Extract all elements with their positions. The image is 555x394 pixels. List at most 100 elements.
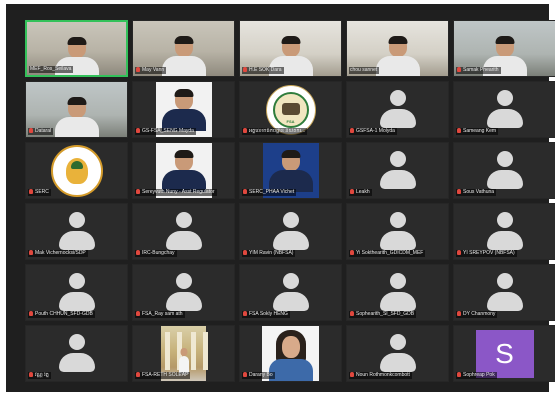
participant-name: Sophearith_SI_SFD_GDB [356, 311, 415, 317]
participant-tile[interactable]: S Sophreap Pok [453, 325, 555, 382]
participant-tile[interactable]: Sous Vathuna [453, 142, 555, 199]
participant-name-label: អគ្គលេខាធិការដ្ឋាន និយ័តករ... [242, 128, 308, 135]
participant-tile[interactable]: Pouth CHHUN_SFD-GDB [25, 264, 128, 321]
participant-name: MEF_Ros_Seilava [30, 66, 72, 72]
participant-name: Samak Phearith [463, 67, 499, 73]
muted-mic-icon [350, 372, 354, 377]
participant-name-label: Leakh [349, 189, 372, 196]
participant-name: YI SREYPOV (NBFSA) [463, 250, 515, 256]
participant-name-label: Yi Sokthearith_GDICDM_MEF [349, 250, 426, 257]
default-avatar-icon [485, 90, 525, 130]
participant-tile[interactable]: Yi Sokthearith_GDICDM_MEF [346, 203, 449, 260]
participant-name-label: FSA_Ray sam ath [135, 311, 185, 318]
participant-grid: MEF_Ros_Seilava May Vann H.E SOK Dara chou … [25, 20, 555, 382]
muted-mic-icon [136, 250, 140, 255]
participant-name-label: Samak Phearith [456, 67, 501, 74]
participant-name-label: Dataral [28, 128, 54, 135]
muted-mic-icon [243, 189, 247, 194]
participant-name: Mak Vichernocksi/SDP [35, 250, 86, 256]
participant-name: SERC [35, 189, 49, 195]
participant-tile[interactable]: May Vann [132, 20, 235, 77]
muted-mic-icon [136, 67, 140, 72]
participant-name: DY Chanmony [463, 311, 496, 317]
participant-tile[interactable]: H.E SOK Dara [239, 20, 342, 77]
participant-tile[interactable]: MEF_Ros_Seilava [25, 20, 128, 77]
participant-tile[interactable]: chou sannet [346, 20, 449, 77]
participant-name: H.E SOK Dara [249, 67, 282, 73]
serc-seal-icon [50, 145, 103, 197]
muted-mic-icon [29, 189, 33, 194]
participant-tile[interactable]: FSA Sokly HENG [239, 264, 342, 321]
participant-tile[interactable]: Noun Rothmonkcombott [346, 325, 449, 382]
participant-name: វណ្ណ រ័ត្ន [35, 372, 49, 378]
participant-name-label: Pouth CHHUN_SFD-GDB [28, 311, 95, 318]
participant-name: អគ្គលេខាធិការដ្ឋាន និយ័តករ... [249, 128, 306, 134]
participant-name-label: FSA-RETH SOLEAP [135, 372, 191, 379]
participant-tile[interactable]: DY Chanmony [453, 264, 555, 321]
default-avatar-icon [485, 212, 525, 252]
participant-name: IRC-Bungchay [142, 250, 175, 256]
muted-mic-icon [243, 67, 247, 72]
participant-tile[interactable]: Dataral [25, 81, 128, 138]
participant-name-label: H.E SOK Dara [242, 67, 284, 74]
muted-mic-icon [350, 128, 354, 133]
participant-tile[interactable]: Leakh [346, 142, 449, 199]
participant-tile[interactable]: Sereyvuth Nuny - Asst Regulator [132, 142, 235, 199]
participant-tile[interactable]: YI SREYPOV (NBFSA) [453, 203, 555, 260]
default-avatar-icon [57, 212, 97, 252]
participant-tile[interactable]: SERC_PHAA Vichet [239, 142, 342, 199]
muted-mic-icon [457, 189, 461, 194]
participant-tile[interactable]: Mak Vichernocksi/SDP [25, 203, 128, 260]
participant-name-label: Sophearith_SI_SFD_GDB [349, 311, 417, 318]
participant-name-label: GS-FSA_SENG Mayda [135, 128, 196, 135]
participant-tile[interactable]: Samak Phearith [453, 20, 555, 77]
participant-tile[interactable]: Sophearith_SI_SFD_GDB [346, 264, 449, 321]
participant-name-label: វណ្ណ រ័ត្ន [28, 372, 51, 379]
participant-tile[interactable]: Sameang Kem [453, 81, 555, 138]
participant-tile[interactable]: វណ្ណ រ័ត្ន [25, 325, 128, 382]
default-avatar-icon [485, 151, 525, 191]
default-avatar-icon [378, 273, 418, 313]
participant-name: Dataral [35, 128, 52, 134]
participant-tile[interactable]: GS-FSA_SENG Mayda [132, 81, 235, 138]
muted-mic-icon [350, 250, 354, 255]
participant-tile[interactable]: YIM Ravin (NBFSA) [239, 203, 342, 260]
participant-tile[interactable]: FSA អគ្គលេខាធិការដ្ឋាន និយ័តករ... [239, 81, 342, 138]
participant-name-label: IRC-Bungchay [135, 250, 177, 257]
participant-name-label: DY Chanmony [456, 311, 498, 318]
participant-name: chou sannet [350, 67, 378, 73]
default-avatar-icon [378, 212, 418, 252]
participant-tile[interactable]: Darany Bo [239, 325, 342, 382]
participant-name-label: Darany Bo [242, 372, 275, 379]
participant-name-label: Sereyvuth Nuny - Asst Regulator [135, 189, 217, 196]
participant-name-label: YI SREYPOV (NBFSA) [456, 250, 517, 257]
muted-mic-icon [243, 372, 247, 377]
muted-mic-icon [457, 311, 461, 316]
participant-tile[interactable]: FSA_Ray sam ath [132, 264, 235, 321]
participant-name: Darany Bo [249, 372, 273, 378]
participant-name: Sous Vathuna [463, 189, 495, 195]
participant-name-label: chou sannet [349, 67, 380, 74]
muted-mic-icon [457, 128, 461, 133]
participant-tile[interactable]: SERC [25, 142, 128, 199]
default-avatar-icon [378, 151, 418, 191]
participant-tile[interactable]: GSFSA-1 Molyda [346, 81, 449, 138]
participant-tile[interactable]: FSA-RETH SOLEAP [132, 325, 235, 382]
default-avatar-icon [378, 334, 418, 374]
participant-name: May Vann [142, 67, 165, 73]
muted-mic-icon [350, 189, 354, 194]
muted-mic-icon [243, 311, 247, 316]
muted-mic-icon [243, 250, 247, 255]
muted-mic-icon [457, 67, 461, 72]
participant-tile[interactable]: IRC-Bungchay [132, 203, 235, 260]
muted-mic-icon [457, 372, 461, 377]
default-avatar-icon [164, 273, 204, 313]
participant-name: FSA-RETH SOLEAP [142, 372, 189, 378]
participant-name-label: SERC [28, 189, 51, 196]
participant-name: FSA Sokly HENG [249, 311, 288, 317]
default-avatar-icon [378, 90, 418, 130]
default-avatar-icon [57, 334, 97, 374]
default-avatar-icon [271, 212, 311, 252]
participant-name-label: Sameang Kem [456, 128, 499, 135]
participant-name-label: MEF_Ros_Seilava [29, 66, 74, 73]
